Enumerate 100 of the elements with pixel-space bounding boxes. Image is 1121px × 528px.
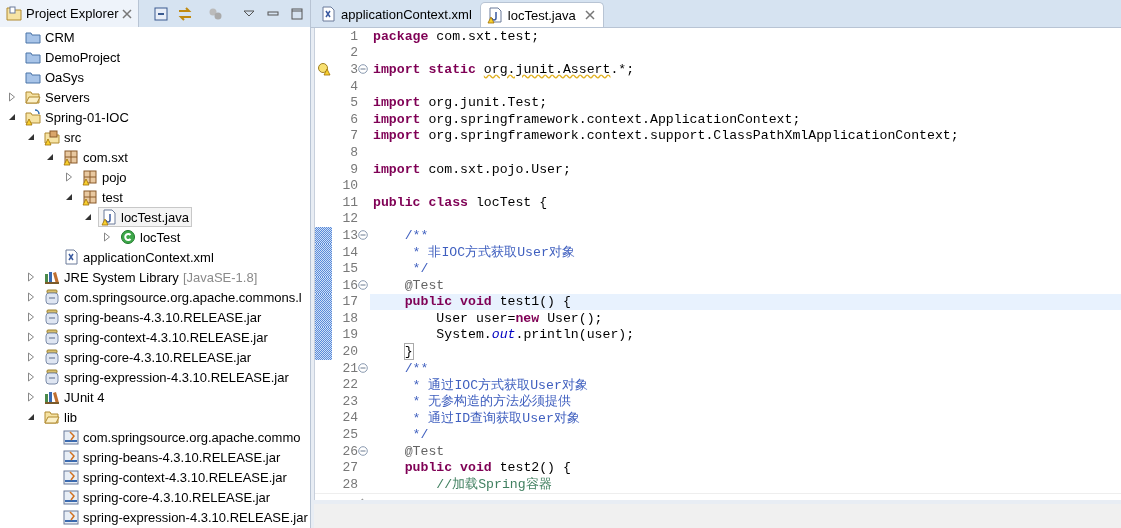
code-line: * 通过ID查询获取User对象 xyxy=(411,409,580,427)
tree-item[interactable]: DemoProject xyxy=(22,47,124,67)
view-tab[interactable]: Project Explorer xyxy=(0,0,140,27)
tree-item[interactable]: locTest xyxy=(117,227,184,247)
code-line: public void test1() { xyxy=(403,294,571,310)
code-line: /** xyxy=(403,227,429,243)
java-file-icon xyxy=(486,6,503,24)
jar-icon xyxy=(44,348,60,366)
fold-icon[interactable] xyxy=(358,280,368,291)
tree-item[interactable]: locTest.java xyxy=(98,207,192,227)
line-number: 17 xyxy=(341,294,358,310)
line-number: 13 xyxy=(341,227,358,243)
editor-tab[interactable]: applicationContext.xml xyxy=(314,2,480,27)
collapsed-arrow-icon[interactable] xyxy=(25,271,37,283)
collapsed-arrow-icon[interactable] xyxy=(63,171,75,183)
collapsed-arrow-icon[interactable] xyxy=(101,231,113,243)
sync-arrows-icon[interactable] xyxy=(177,5,194,22)
tree-item[interactable]: spring-context-4.3.10.RELEASE.jar xyxy=(41,327,271,347)
collapsed-arrow-icon[interactable] xyxy=(25,311,37,323)
warning-bulb-icon[interactable] xyxy=(316,62,331,77)
tree-item[interactable]: applicationContext.xml xyxy=(60,247,217,267)
project-folder-icon xyxy=(25,108,41,126)
jar-icon xyxy=(44,328,60,346)
line-number: 14 xyxy=(341,244,358,260)
close-icon[interactable] xyxy=(122,8,133,19)
jar-file-icon xyxy=(63,448,79,466)
tree-item[interactable]: com.springsource.org.apache.commons.l xyxy=(41,287,305,307)
code-line: * 通过IOC方式获取User对象 xyxy=(411,376,588,394)
tree-item[interactable]: spring-core-4.3.10.RELEASE.jar xyxy=(41,347,255,367)
line-number: 15 xyxy=(341,261,358,277)
jar-file-icon xyxy=(63,488,79,506)
tree-item[interactable]: lib xyxy=(41,407,80,427)
line-number: 2 xyxy=(349,45,358,61)
jar-file-icon xyxy=(63,428,79,446)
code-line: @Test xyxy=(403,443,445,459)
jar-icon xyxy=(44,308,60,326)
line-number: 11 xyxy=(341,194,358,210)
editor-tab[interactable]: locTest.java xyxy=(479,2,604,27)
collapsed-arrow-icon[interactable] xyxy=(25,371,37,383)
line-number: 4 xyxy=(349,78,358,94)
line-number: 28 xyxy=(341,476,358,492)
maximize-icon[interactable] xyxy=(289,5,306,22)
line-number: 18 xyxy=(341,310,358,326)
tree-item[interactable]: OaSys xyxy=(22,67,87,87)
code-line: } xyxy=(403,344,413,360)
line-number: 26 xyxy=(341,443,358,459)
tree-item[interactable]: com.springsource.org.apache.commo xyxy=(60,427,304,447)
code-line: User user=new User(); xyxy=(435,310,603,326)
tree-item[interactable]: test xyxy=(79,187,126,207)
code-line: import org.junit.Test; xyxy=(373,95,548,111)
collapse-all-icon[interactable] xyxy=(153,5,170,22)
line-number: 5 xyxy=(349,95,358,111)
fold-icon[interactable] xyxy=(358,64,368,75)
code-line: import org.springframework.context.ApplicationContext; xyxy=(373,111,801,127)
tree-item[interactable]: Spring-01-IOC xyxy=(22,107,132,127)
xml-file-icon xyxy=(63,248,79,266)
fold-icon[interactable] xyxy=(358,363,368,374)
tree-item[interactable]: com.sxt xyxy=(60,147,131,167)
close-icon[interactable] xyxy=(584,10,595,20)
collapsed-arrow-icon[interactable] xyxy=(25,351,37,363)
collapsed-arrow-icon[interactable] xyxy=(25,331,37,343)
code-line: import com.sxt.pojo.User; xyxy=(373,161,571,177)
collapsed-arrow-icon[interactable] xyxy=(25,291,37,303)
collapsed-arrow-icon[interactable] xyxy=(25,391,37,403)
tree-item[interactable]: JRE System Library [JavaSE-1.8] xyxy=(41,267,261,287)
line-number: 3 xyxy=(349,62,358,77)
fold-icon[interactable] xyxy=(358,230,368,241)
line-number: 10 xyxy=(341,178,358,194)
line-number: 9 xyxy=(349,161,358,177)
tree-item[interactable]: JUnit 4 xyxy=(41,387,108,407)
code-line: System.out.println(user); xyxy=(435,327,635,343)
line-number: 23 xyxy=(341,393,358,409)
tree-item[interactable]: spring-expression-4.3.10.RELEASE.jar xyxy=(41,367,292,387)
tree-item[interactable]: spring-core-4.3.10.RELEASE.jar xyxy=(60,487,274,507)
line-number: 8 xyxy=(349,144,358,160)
tree-item[interactable]: spring-context-4.3.10.RELEASE.jar xyxy=(60,467,290,487)
tree-item[interactable]: spring-beans-4.3.10.RELEASE.jar xyxy=(60,447,284,467)
package-icon xyxy=(82,168,98,186)
line-number: 19 xyxy=(341,327,358,343)
line-number: 16 xyxy=(341,277,358,293)
project-explorer-icon xyxy=(6,5,22,22)
code-line: //加载Spring容器 xyxy=(435,476,552,494)
tree-item[interactable]: pojo xyxy=(79,167,130,187)
tree-item[interactable]: CRM xyxy=(22,27,78,47)
tree-item[interactable]: spring-beans-4.3.10.RELEASE.jar xyxy=(41,307,265,327)
line-number: 20 xyxy=(341,344,358,360)
code-line: */ xyxy=(411,427,429,443)
code-line: */ xyxy=(411,261,429,277)
line-number: 27 xyxy=(341,460,358,476)
collapsed-arrow-icon[interactable] xyxy=(6,91,18,103)
line-number: 21 xyxy=(341,360,358,376)
code-line: public void test2() { xyxy=(403,460,571,476)
code-line: import org.springframework.context.support.ClassPathXmlApplicationContext; xyxy=(373,128,959,144)
tree-item[interactable]: src xyxy=(41,127,85,147)
line-number: 1 xyxy=(349,28,358,44)
code-line: package com.sxt.test; xyxy=(373,28,540,44)
fold-icon[interactable] xyxy=(358,446,368,457)
tree-item[interactable]: spring-expression-4.3.10.RELEASE.jar xyxy=(60,507,310,527)
tree-item[interactable]: Servers xyxy=(22,87,93,107)
class-icon xyxy=(120,228,136,246)
